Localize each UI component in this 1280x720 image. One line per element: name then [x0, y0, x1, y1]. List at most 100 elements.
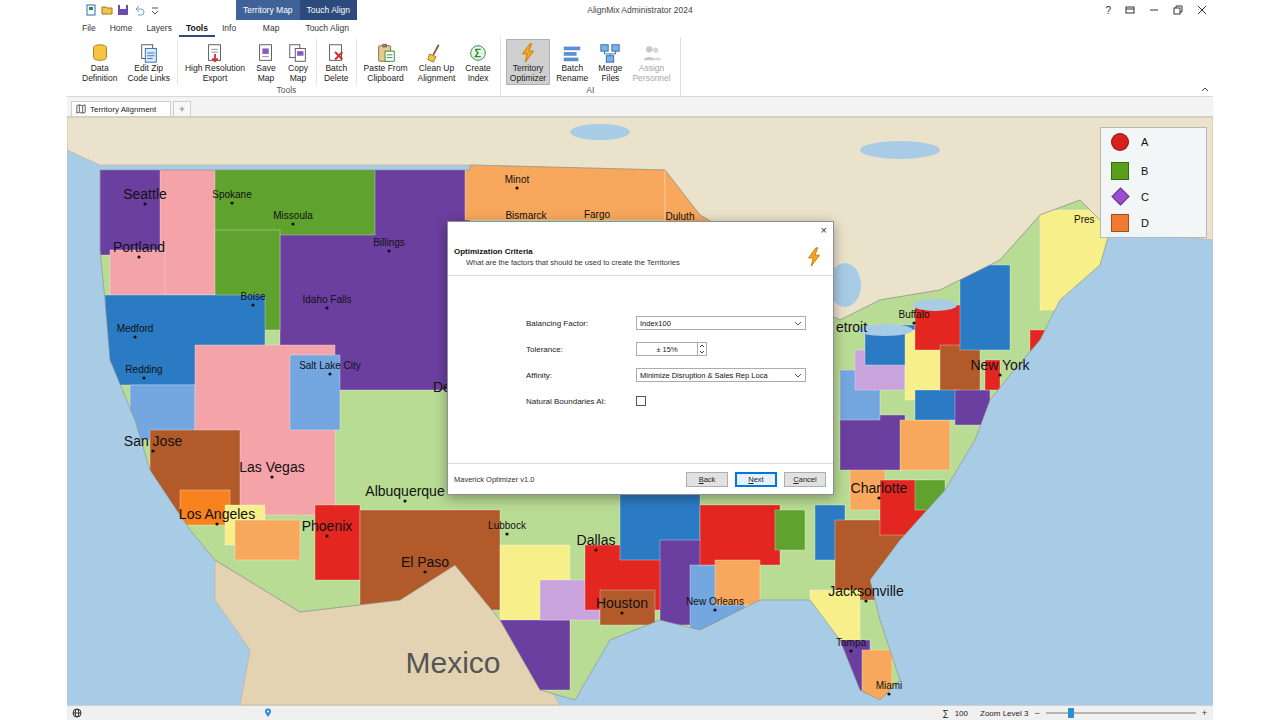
dialog-subtitle: What are the factors that should be used… — [454, 258, 680, 267]
territory[interactable] — [915, 390, 960, 420]
ribbon-icon — [325, 42, 347, 64]
city-label: Spokane — [212, 189, 252, 200]
ribbon-button[interactable]: Paste FromClipboard — [360, 39, 412, 85]
contextual-tab[interactable]: Touch Align — [300, 0, 357, 20]
city-dot — [251, 303, 254, 306]
ribbon-button[interactable]: SaveMap — [251, 39, 281, 85]
sum-label: ∑ — [942, 708, 948, 718]
ribbon-display-icon[interactable] — [1125, 5, 1135, 15]
city-label: Medford — [117, 323, 154, 334]
ribbon-group-label: AI — [503, 85, 678, 97]
plus-icon — [178, 105, 186, 113]
territory[interactable] — [215, 165, 375, 235]
city-dot — [877, 496, 880, 499]
territory[interactable] — [490, 620, 570, 690]
territory[interactable] — [840, 415, 905, 470]
customize-toolbar-icon[interactable] — [149, 4, 161, 16]
ribbon-group-label: Tools — [75, 85, 498, 97]
document-tab-strip: Territory Alignment — [67, 97, 1213, 117]
new-file-icon[interactable] — [85, 4, 97, 16]
undo-icon[interactable] — [133, 4, 145, 16]
ribbon-icon — [425, 42, 447, 64]
zoom-out-button[interactable]: − — [1034, 708, 1039, 718]
up-arrow-icon[interactable] — [698, 343, 706, 349]
map-icon — [76, 104, 86, 114]
city-label: Phoenix — [302, 518, 353, 534]
country-label: Mexico — [405, 646, 500, 679]
ribbon-button[interactable]: Clean UpAlignment — [414, 39, 460, 85]
zoom-slider-thumb[interactable] — [1068, 708, 1074, 718]
zoom-in-button[interactable]: + — [1202, 708, 1207, 718]
ribbon-button[interactable]: BatchRename — [552, 39, 592, 85]
ribbon-button[interactable]: BatchDelete — [320, 39, 353, 85]
app-window: Territory MapTouch Align AlignMix Admini… — [67, 0, 1213, 720]
dropdown[interactable]: Index100 — [636, 316, 806, 330]
city-dot — [515, 186, 518, 189]
city-label: New York — [970, 357, 1030, 373]
ribbon-group: DataDefinition Edit ZipCode Links High R… — [73, 37, 501, 96]
city-dot — [620, 611, 623, 614]
location-pin-icon[interactable] — [263, 708, 273, 718]
territory[interactable] — [960, 265, 1010, 350]
territory[interactable] — [160, 165, 218, 295]
ribbon-icon — [641, 42, 663, 64]
city-label: El Paso — [401, 554, 449, 570]
ribbon-tab[interactable]: File — [75, 21, 103, 37]
globe-icon[interactable] — [72, 708, 82, 718]
dialog-button[interactable]: Cancel — [784, 472, 826, 487]
ribbon-tab[interactable]: Map — [243, 21, 299, 37]
spinner[interactable]: ± 15% — [636, 342, 707, 356]
document-tab[interactable]: Territory Alignment — [71, 101, 171, 116]
territory[interactable] — [465, 165, 665, 220]
optimizer-dialog: × Optimization Criteria What are the fac… — [447, 221, 834, 495]
ribbon-button[interactable]: DataDefinition — [78, 39, 121, 85]
ribbon-button[interactable]: MergeFiles — [594, 39, 626, 85]
territory[interactable] — [235, 520, 300, 560]
ribbon-tab[interactable]: Touch Align — [299, 21, 355, 37]
new-tab-button[interactable] — [173, 101, 191, 116]
territory[interactable] — [775, 510, 805, 550]
ribbon-tab[interactable]: Info — [215, 21, 243, 37]
ribbon-button[interactable]: High ResolutionExport — [181, 39, 249, 85]
ribbon-button[interactable]: CreateIndex — [461, 39, 495, 85]
city-dot — [403, 499, 406, 502]
territory[interactable] — [315, 505, 360, 580]
city-label: Billings — [373, 237, 405, 248]
city-dot — [328, 372, 331, 375]
territory[interactable] — [955, 390, 990, 425]
territory[interactable] — [700, 505, 780, 565]
restore-icon[interactable] — [1173, 5, 1183, 15]
field-label: Balancing Factor: — [526, 319, 636, 328]
version-label: Maverick Optimizer v1.0 — [454, 475, 534, 484]
checkbox[interactable] — [636, 396, 646, 406]
us-border — [100, 165, 1110, 700]
dropdown[interactable]: Minimize Disruption & Sales Rep Loca — [636, 368, 806, 382]
save-icon[interactable] — [117, 4, 129, 16]
zoom-slider[interactable] — [1046, 708, 1196, 718]
ribbon-button[interactable]: Edit ZipCode Links — [123, 39, 174, 85]
territory[interactable] — [360, 510, 500, 610]
collapse-ribbon-icon[interactable] — [1200, 84, 1210, 94]
ribbon-button[interactable]: AssignPersonnel — [628, 39, 674, 85]
help-button[interactable]: ? — [1105, 5, 1111, 16]
dialog-button[interactable]: Back — [686, 472, 728, 487]
legend-swatch — [1111, 188, 1129, 206]
ribbon: DataDefinition Edit ZipCode Links High R… — [67, 37, 1213, 97]
territory[interactable] — [110, 250, 165, 300]
ribbon-icon — [255, 42, 277, 64]
ribbon-tab[interactable]: Home — [103, 21, 140, 37]
territory[interactable] — [900, 420, 950, 470]
ribbon-tab[interactable]: Tools — [179, 21, 215, 37]
close-icon[interactable] — [1197, 5, 1207, 15]
contextual-tab[interactable]: Territory Map — [236, 0, 300, 20]
ribbon-icon — [375, 42, 397, 64]
city-dot — [143, 202, 146, 205]
down-arrow-icon[interactable] — [698, 349, 706, 355]
minimize-icon[interactable] — [1149, 5, 1159, 15]
ribbon-tab[interactable]: Layers — [139, 21, 179, 37]
close-button[interactable]: × — [821, 224, 827, 236]
ribbon-button[interactable]: CopyMap — [283, 39, 313, 85]
open-folder-icon[interactable] — [101, 4, 113, 16]
ribbon-button[interactable]: TerritoryOptimizer — [506, 39, 550, 85]
dialog-button[interactable]: Next — [735, 472, 777, 487]
